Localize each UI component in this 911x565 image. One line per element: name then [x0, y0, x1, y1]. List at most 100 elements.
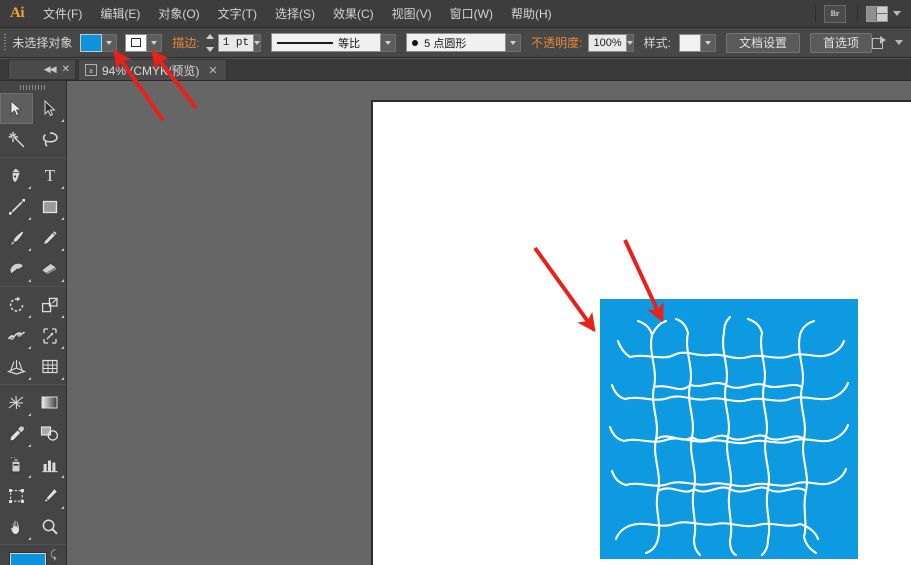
menu-help[interactable]: 帮助(H) [502, 0, 561, 28]
graphic-style-dropdown[interactable] [701, 34, 716, 52]
control-bar: 未选择对象 描边: 1 pt 等比 5 点圆形 不透明度 [0, 28, 911, 58]
stroke-color-swatch[interactable] [125, 34, 147, 52]
collapsed-panel-stub[interactable]: ◀◀ ✕ [8, 59, 76, 80]
pen-tool[interactable] [0, 160, 33, 191]
slice-tool[interactable] [33, 480, 66, 511]
pencil-tool[interactable] [33, 222, 66, 253]
toolbox-group-drawing: T [0, 160, 66, 284]
document-tab[interactable]: a 94% (CMYK/预览) ✕ [78, 59, 227, 80]
brush-definition-group: 等比 [271, 33, 396, 52]
toolbox-divider [0, 157, 66, 158]
close-document-icon[interactable]: ✕ [208, 64, 217, 77]
eyedropper-tool[interactable] [0, 418, 33, 449]
menu-bar: Ai 文件(F) 编辑(E) 对象(O) 文字(T) 选择(S) 效果(C) 视… [0, 0, 911, 28]
stroke-weight-input[interactable]: 1 pt [218, 34, 254, 52]
swap-fill-stroke-icon[interactable]: ⤹ [50, 550, 63, 563]
stroke-profile-group: 5 点圆形 [406, 33, 521, 52]
hand-tool[interactable] [0, 511, 33, 542]
width-tool[interactable] [0, 320, 33, 351]
symbol-sprayer-tool[interactable] [0, 387, 33, 418]
toolbox-fill-swatch[interactable] [10, 553, 46, 565]
toolbox-gripper[interactable] [0, 81, 66, 93]
document-icon: a [85, 64, 97, 76]
illustrator-window: Ai 文件(F) 编辑(E) 对象(O) 文字(T) 选择(S) 效果(C) 视… [0, 0, 911, 565]
zoom-tool[interactable] [33, 511, 66, 542]
chevron-down-icon[interactable] [895, 40, 903, 45]
opacity-input[interactable]: 100% [588, 34, 626, 52]
svg-text:T: T [44, 167, 55, 184]
voronoi-artwork-svg [600, 299, 858, 559]
toolbox-group-selection [0, 93, 66, 155]
column-graph-tool[interactable] [33, 449, 66, 480]
menu-object[interactable]: 对象(O) [149, 0, 208, 28]
opacity-label[interactable]: 不透明度: [531, 34, 582, 51]
scale-tool[interactable] [33, 289, 66, 320]
stroke-weight-dropdown[interactable] [254, 34, 261, 52]
arrange-documents-icon [866, 6, 888, 22]
shape-builder-tool[interactable] [33, 320, 66, 351]
mesh-tool[interactable] [33, 351, 66, 382]
stroke-profile-dropdown[interactable] [506, 34, 521, 52]
opacity-dropdown[interactable] [627, 34, 634, 52]
blob-brush-tool[interactable] [0, 253, 33, 284]
arrange-documents-button[interactable] [866, 6, 901, 22]
document-tab-title: 94% (CMYK/预览) [102, 62, 199, 79]
artboard-tool[interactable] [0, 480, 33, 511]
menu-bar-right-group: Br [807, 0, 911, 28]
stroke-weight-stepper[interactable] [206, 34, 214, 52]
line-segment-tool[interactable] [0, 191, 33, 222]
stroke-profile-value: 5 点圆形 [424, 35, 466, 51]
style-label: 样式: [644, 34, 671, 51]
selection-tool[interactable] [0, 93, 33, 124]
menu-view[interactable]: 视图(V) [383, 0, 441, 28]
menu-type[interactable]: 文字(T) [209, 0, 266, 28]
stroke-swatch-group [125, 34, 162, 52]
menu-edit[interactable]: 编辑(E) [91, 0, 149, 28]
rectangle-tool[interactable] [33, 191, 66, 222]
brush-definition-box[interactable]: 等比 [271, 33, 381, 52]
fill-swatch-dropdown[interactable] [102, 34, 117, 52]
magic-wand-tool[interactable] [0, 124, 33, 155]
blend-tool[interactable] [33, 418, 66, 449]
stroke-profile-box[interactable]: 5 点圆形 [406, 33, 506, 52]
type-tool[interactable]: T [33, 160, 66, 191]
stroke-swatch-dropdown[interactable] [147, 34, 162, 52]
voronoi-cell-pattern[interactable] [600, 299, 858, 559]
rotate-tool[interactable] [0, 289, 33, 320]
direct-selection-tool[interactable] [33, 93, 66, 124]
canvas-area[interactable] [67, 81, 911, 565]
stroke-weight-label[interactable]: 描边: [172, 34, 199, 51]
menu-file[interactable]: 文件(F) [34, 0, 91, 28]
eraser-tool[interactable] [33, 253, 66, 284]
menu-select[interactable]: 选择(S) [266, 0, 324, 28]
control-bar-overflow-icon[interactable] [872, 36, 890, 50]
toolbox-divider-4 [0, 544, 66, 545]
toolbox-panel: T [0, 81, 67, 565]
style-swatch-group [679, 34, 716, 52]
menu-effect[interactable]: 效果(C) [324, 0, 383, 28]
bridge-icon[interactable]: Br [824, 5, 846, 23]
document-setup-button[interactable]: 文档设置 [726, 33, 800, 53]
brush-stroke-preview-icon [277, 42, 333, 44]
preferences-button[interactable]: 首选项 [810, 33, 872, 53]
control-bar-gripper[interactable] [4, 34, 6, 52]
paintbrush-tool[interactable] [0, 222, 33, 253]
toolbox-divider-2 [0, 286, 66, 287]
gradient-tool[interactable] [33, 387, 66, 418]
selection-status-label: 未选择对象 [12, 34, 72, 51]
graphic-style-swatch[interactable] [679, 34, 701, 52]
menu-item-list: 文件(F) 编辑(E) 对象(O) 文字(T) 选择(S) 效果(C) 视图(V… [34, 0, 561, 28]
menu-window[interactable]: 窗口(W) [441, 0, 502, 28]
close-panel-icon[interactable]: ✕ [62, 64, 70, 75]
fill-stroke-proxy: ⤹ [0, 549, 66, 565]
brush-definition-dropdown[interactable] [381, 34, 396, 52]
collapse-panel-icon[interactable]: ◀◀ [44, 64, 56, 75]
live-paint-bucket-tool[interactable] [0, 449, 33, 480]
document-tab-strip: ◀◀ ✕ a 94% (CMYK/预览) ✕ [0, 59, 911, 81]
perspective-grid-tool[interactable] [0, 351, 33, 382]
fill-color-swatch[interactable] [80, 34, 102, 52]
toolbox-group-paint [0, 387, 66, 542]
lasso-tool[interactable] [33, 124, 66, 155]
chevron-down-icon [893, 11, 901, 16]
menu-divider-2 [857, 5, 858, 23]
